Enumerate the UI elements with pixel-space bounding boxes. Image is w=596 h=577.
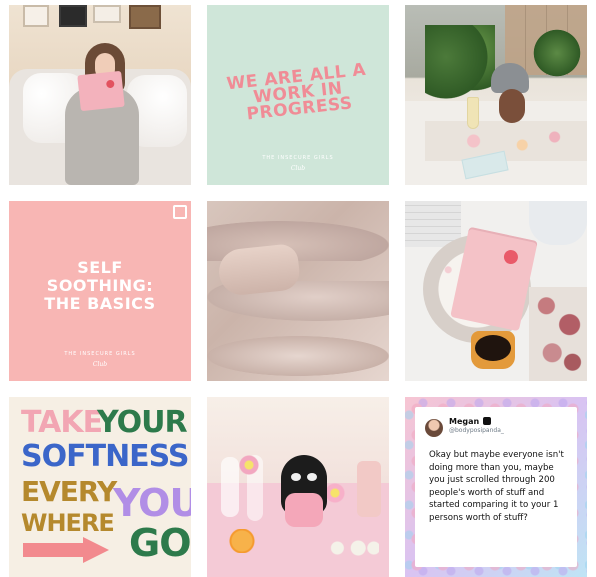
quote-line-2: SOOTHING: [46, 276, 154, 295]
vase-1 [221, 457, 239, 517]
jar [357, 461, 381, 517]
orange-slices [225, 529, 259, 553]
pink-robe [285, 493, 323, 527]
wall-frame-3 [93, 5, 121, 23]
post-tweet-screenshot[interactable]: Megan @bodyposipanda_ Okay but maybe eve… [405, 397, 587, 577]
word-take: TAKE [21, 405, 103, 440]
cucumber-eye-2 [307, 473, 317, 481]
avatar [425, 419, 443, 437]
post-quote-work-in-progress[interactable]: WE ARE ALL A WORK IN PROGRESS THE INSECU… [207, 5, 389, 185]
brand-script-text: Club [290, 165, 306, 172]
quote-line-1: SELF [77, 258, 123, 277]
flower-1 [239, 455, 259, 475]
brand-script-text: Club [92, 361, 108, 368]
word-your: YOUR [97, 405, 188, 440]
post-body-closeup[interactable] [207, 201, 389, 381]
dried-roses [529, 287, 587, 381]
coffee [475, 335, 511, 361]
post-woman-reading-on-couch[interactable] [9, 5, 191, 185]
word-softness: SOFTNESS [21, 439, 190, 474]
cucumber-slices [327, 535, 379, 561]
post-journal-and-coffee[interactable] [405, 201, 587, 381]
word-you: YOU [113, 481, 191, 525]
plant-left [425, 25, 495, 105]
quote-text: WE ARE ALL A WORK IN PROGRESS [207, 60, 389, 127]
quote-text: SELF SOOTHING: THE BASICS [9, 259, 191, 313]
word-where: WHERE [21, 509, 115, 537]
plant-right [533, 23, 581, 83]
flower-2 [325, 483, 345, 503]
arrow-head [83, 537, 109, 563]
post-pink-still-life[interactable] [207, 397, 389, 577]
wall-frame-1 [23, 5, 49, 27]
tweet-text: Okay but maybe everyone isn't doing more… [429, 450, 564, 523]
face-mask [499, 89, 525, 123]
journal-badge [502, 248, 520, 266]
word-every: EVERY [21, 475, 117, 508]
lamp [529, 201, 587, 245]
brand-text: THE INSECURE GIRLS [64, 351, 136, 357]
tweet-author-name: Megan [449, 417, 480, 426]
arrow-shaft [23, 543, 89, 557]
book-badge-dot [105, 79, 115, 89]
quote-line-3: THE BASICS [44, 294, 156, 313]
multiple-images-icon [173, 205, 187, 219]
wall-frame-4 [129, 5, 161, 29]
post-take-your-softness[interactable]: TAKE YOUR SOFTNESS EVERY WHERE YOU GO [9, 397, 191, 577]
post-quote-self-soothing[interactable]: SELF SOOTHING: THE BASICS THE INSECURE G… [9, 201, 191, 381]
brand-text: THE INSECURE GIRLS [262, 155, 334, 161]
emoji-badge-icon [483, 417, 491, 425]
instagram-post-grid: WE ARE ALL A WORK IN PROGRESS THE INSECU… [9, 5, 587, 577]
tweet-card: Megan @bodyposipanda_ Okay but maybe eve… [415, 407, 577, 567]
arrow-right-icon [23, 537, 113, 563]
wall-frame-2 [59, 5, 87, 27]
cucumber-eye-1 [291, 473, 301, 481]
bath-water-petals [425, 121, 587, 161]
word-go: GO [129, 521, 191, 565]
tweet-author-handle: @bodyposipanda_ [449, 427, 504, 434]
pink-book [77, 70, 125, 112]
body-fold-3 [207, 336, 389, 376]
post-bath-face-mask[interactable] [405, 5, 587, 185]
champagne-glass [467, 97, 479, 129]
